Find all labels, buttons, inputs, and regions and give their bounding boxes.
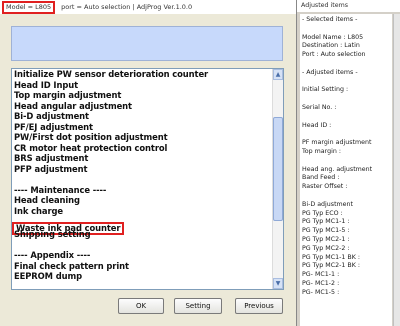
previous-button[interactable]: Previous xyxy=(235,298,283,314)
side-panel-content: - Selected items - Model Name : L805 Desti… xyxy=(300,14,392,326)
side-panel-line xyxy=(302,60,392,69)
adjustment-list-items: Initialize PW sensor deterioration count… xyxy=(12,69,272,282)
side-panel-line: PG Typ MC1-1 BK : xyxy=(302,253,360,261)
list-item[interactable]: Initialize PW sensor deterioration count… xyxy=(14,69,272,80)
list-item[interactable]: Final check pattern print xyxy=(14,261,272,272)
side-panel-line: - Selected items - xyxy=(302,16,358,23)
side-panel-line: PG- MC1-2 : xyxy=(302,279,340,287)
side-panel-line: Port : Auto selection xyxy=(302,51,366,59)
adjustment-list[interactable]: Initialize PW sensor deterioration count… xyxy=(11,68,284,290)
side-panel-line: PG Typ MC2-1 : xyxy=(302,235,350,243)
list-item[interactable]: Bi-D adjustment xyxy=(14,111,272,122)
description-box xyxy=(11,26,283,61)
title-bar: Model = L805 port = Auto selection | AdjP… xyxy=(0,0,296,14)
list-item-row[interactable]: Waste ink pad counter xyxy=(12,216,272,235)
scroll-down-icon[interactable]: ▼ xyxy=(273,278,283,289)
side-panel-line: PG- MC1-5 : xyxy=(302,288,340,296)
side-panel-line: Model Name : L805 xyxy=(302,33,364,41)
list-item[interactable]: Shipping setting xyxy=(14,229,272,240)
list-item: ---- Maintenance ---- xyxy=(14,184,107,195)
list-item[interactable]: BRS adjustment xyxy=(14,153,272,164)
scroll-up-icon[interactable]: ▲ xyxy=(273,69,283,80)
list-item[interactable]: PW/First dot position adjustment xyxy=(14,132,272,143)
list-item xyxy=(14,240,272,251)
side-panel-line: PG Typ ECO : xyxy=(302,209,343,217)
side-panel-line: PF margin adjustment xyxy=(302,139,372,147)
side-panel-line: PG Typ MC2-1 BK : xyxy=(302,262,360,270)
side-panel-line: Initial Setting : xyxy=(302,86,349,94)
side-panel-line: Head ang. adjustment xyxy=(302,165,373,173)
title-model-highlight: Model = L805 xyxy=(2,1,56,14)
side-panel-line: PG Typ MC2-2 : xyxy=(302,244,350,252)
main-window: Model = L805 port = Auto selection | AdjP… xyxy=(0,0,296,326)
list-item[interactable]: Top margin adjustment xyxy=(14,90,272,101)
side-panel-line: PG Typ MC1-5 : xyxy=(302,227,350,235)
side-panel-line xyxy=(302,113,392,122)
side-panel-line: Raster Offset : xyxy=(302,183,348,191)
side-panel-scrollbar[interactable] xyxy=(393,14,400,326)
side-panel-line: PG- MC1-1 : xyxy=(302,271,340,279)
list-item[interactable]: Ink charge xyxy=(14,206,272,217)
side-panel-line: Band Feed : xyxy=(302,174,340,182)
list-item[interactable]: PFP adjustment xyxy=(14,164,272,175)
list-item[interactable]: EEPROM dump xyxy=(14,271,272,282)
list-item: ---- Appendix ---- xyxy=(14,250,91,260)
side-panel-line xyxy=(302,95,392,104)
side-panel-line: Serial No. : xyxy=(302,103,337,111)
side-panel-line: Top margin : xyxy=(302,147,341,155)
side-panel-line xyxy=(302,192,392,201)
side-panel-line: Head ID : xyxy=(302,121,332,129)
list-item[interactable]: Head angular adjustment xyxy=(14,101,272,112)
scroll-thumb[interactable] xyxy=(273,117,283,221)
list-item[interactable]: Head cleaning xyxy=(14,195,272,206)
side-panel-line xyxy=(302,157,392,166)
list-item xyxy=(14,174,272,185)
list-item[interactable]: CR motor heat protection control xyxy=(14,143,272,154)
side-panel-title: Adjusted items xyxy=(297,0,400,12)
list-item[interactable]: PF/EJ adjustment xyxy=(14,122,272,133)
side-panel-line: Destination : Latin xyxy=(302,42,360,50)
side-panel-line: - Adjusted items - xyxy=(302,68,358,76)
setting-button[interactable]: Setting xyxy=(174,298,222,314)
side-panel-line: Bi-D adjustment xyxy=(302,200,354,208)
side-panel-lines: - Selected items - Model Name : L805 Desti… xyxy=(302,16,392,298)
side-panel-line xyxy=(302,78,392,87)
ok-button[interactable]: OK xyxy=(118,298,164,314)
side-panel-line xyxy=(302,25,392,34)
list-scrollbar[interactable]: ▲ ▼ xyxy=(272,69,283,289)
side-panel-line xyxy=(302,130,392,139)
title-text: port = Auto selection | AdjProg Ver.1.0.… xyxy=(61,3,193,11)
list-item[interactable]: Head ID Input xyxy=(14,80,272,91)
side-panel-line: PG Typ MC1-1 : xyxy=(302,218,350,226)
